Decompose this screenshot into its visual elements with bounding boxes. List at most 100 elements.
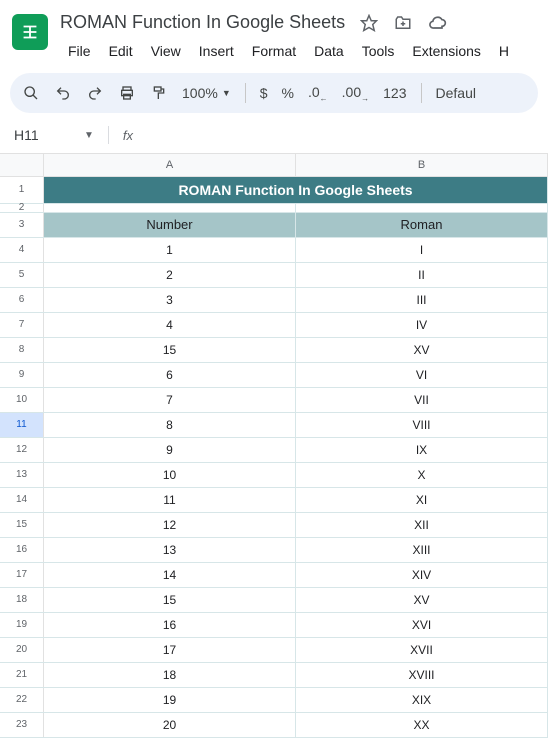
row-header[interactable]: 19 (0, 613, 44, 637)
row-header[interactable]: 21 (0, 663, 44, 687)
cell-roman[interactable]: I (296, 238, 548, 262)
menu-edit[interactable]: Edit (101, 39, 141, 63)
cell-roman[interactable]: XVIII (296, 663, 548, 687)
menu-tools[interactable]: Tools (354, 39, 403, 63)
row-header[interactable]: 17 (0, 563, 44, 587)
row-header[interactable]: 12 (0, 438, 44, 462)
header-cell-roman[interactable]: Roman (296, 213, 548, 237)
header-cell-number[interactable]: Number (44, 213, 296, 237)
cell-number[interactable]: 17 (44, 638, 296, 662)
move-icon[interactable] (393, 13, 413, 33)
menu-file[interactable]: File (60, 39, 99, 63)
format-123-button[interactable]: 123 (383, 85, 406, 101)
menu-data[interactable]: Data (306, 39, 352, 63)
cell-roman[interactable]: IV (296, 313, 548, 337)
row-header[interactable]: 5 (0, 263, 44, 287)
cell-number[interactable]: 6 (44, 363, 296, 387)
row-header[interactable]: 9 (0, 363, 44, 387)
cell-number[interactable]: 8 (44, 413, 296, 437)
cell-roman[interactable]: VI (296, 363, 548, 387)
name-box[interactable]: H11 (10, 125, 70, 145)
cell-number[interactable]: 20 (44, 713, 296, 737)
cell-number[interactable]: 10 (44, 463, 296, 487)
undo-icon[interactable] (54, 84, 72, 102)
redo-icon[interactable] (86, 84, 104, 102)
cell-roman[interactable]: XVII (296, 638, 548, 662)
cell-roman[interactable]: III (296, 288, 548, 312)
chevron-down-icon[interactable]: ▼ (84, 130, 94, 141)
row-header[interactable]: 13 (0, 463, 44, 487)
font-dropdown[interactable]: Defaul (436, 85, 476, 101)
cell-roman[interactable]: XX (296, 713, 548, 737)
row-header[interactable]: 11 (0, 413, 44, 437)
cell-number[interactable]: 1 (44, 238, 296, 262)
row-header[interactable]: 22 (0, 688, 44, 712)
row-header[interactable]: 7 (0, 313, 44, 337)
zoom-dropdown[interactable]: 100%▼ (182, 85, 231, 101)
row-header[interactable]: 23 (0, 713, 44, 737)
menu-view[interactable]: View (143, 39, 189, 63)
cell[interactable] (296, 204, 548, 212)
cell-number[interactable]: 3 (44, 288, 296, 312)
paint-format-icon[interactable] (150, 84, 168, 102)
cell-roman[interactable]: IX (296, 438, 548, 462)
separator (108, 126, 109, 144)
cloud-icon[interactable] (427, 13, 447, 33)
row-header[interactable]: 1 (0, 177, 44, 203)
cell-number[interactable]: 4 (44, 313, 296, 337)
search-icon[interactable] (22, 84, 40, 102)
cell-number[interactable]: 11 (44, 488, 296, 512)
row-header[interactable]: 15 (0, 513, 44, 537)
cell-number[interactable]: 15 (44, 338, 296, 362)
print-icon[interactable] (118, 84, 136, 102)
cell-number[interactable]: 2 (44, 263, 296, 287)
row-header[interactable]: 20 (0, 638, 44, 662)
cell-number[interactable]: 15 (44, 588, 296, 612)
cell-roman[interactable]: II (296, 263, 548, 287)
cell-number[interactable]: 14 (44, 563, 296, 587)
cell[interactable] (44, 204, 296, 212)
cell-roman[interactable]: VIII (296, 413, 548, 437)
cell-number[interactable]: 9 (44, 438, 296, 462)
row-header[interactable]: 2 (0, 204, 44, 212)
row-header[interactable]: 16 (0, 538, 44, 562)
decrease-decimal-button[interactable]: .0← (308, 84, 328, 103)
cell-roman[interactable]: VII (296, 388, 548, 412)
column-header-a[interactable]: A (44, 154, 296, 176)
increase-decimal-button[interactable]: .00→ (342, 84, 369, 103)
cell-number[interactable]: 13 (44, 538, 296, 562)
cell-number[interactable]: 19 (44, 688, 296, 712)
cell-roman[interactable]: XIX (296, 688, 548, 712)
row-header[interactable]: 14 (0, 488, 44, 512)
row-header[interactable]: 10 (0, 388, 44, 412)
cell-number[interactable]: 12 (44, 513, 296, 537)
currency-button[interactable]: $ (260, 85, 268, 101)
select-all-corner[interactable] (0, 154, 44, 176)
percent-button[interactable]: % (282, 85, 294, 101)
row-header[interactable]: 8 (0, 338, 44, 362)
menu-help[interactable]: H (491, 39, 517, 63)
row-header[interactable]: 4 (0, 238, 44, 262)
cell-number[interactable]: 7 (44, 388, 296, 412)
cell-roman[interactable]: XII (296, 513, 548, 537)
document-title[interactable]: ROMAN Function In Google Sheets (60, 12, 345, 33)
sheets-logo-icon[interactable] (12, 14, 48, 50)
menu-extensions[interactable]: Extensions (404, 39, 488, 63)
cell-roman[interactable]: XI (296, 488, 548, 512)
menu-format[interactable]: Format (244, 39, 304, 63)
row-header[interactable]: 6 (0, 288, 44, 312)
menu-insert[interactable]: Insert (191, 39, 242, 63)
row-header[interactable]: 3 (0, 213, 44, 237)
star-icon[interactable] (359, 13, 379, 33)
cell-number[interactable]: 18 (44, 663, 296, 687)
cell-roman[interactable]: XIII (296, 538, 548, 562)
cell-roman[interactable]: XV (296, 588, 548, 612)
column-header-b[interactable]: B (296, 154, 548, 176)
cell-roman[interactable]: XIV (296, 563, 548, 587)
cell-roman[interactable]: XV (296, 338, 548, 362)
cell-roman[interactable]: XVI (296, 613, 548, 637)
banner-cell[interactable]: ROMAN Function In Google Sheets (44, 177, 548, 203)
cell-roman[interactable]: X (296, 463, 548, 487)
cell-number[interactable]: 16 (44, 613, 296, 637)
row-header[interactable]: 18 (0, 588, 44, 612)
